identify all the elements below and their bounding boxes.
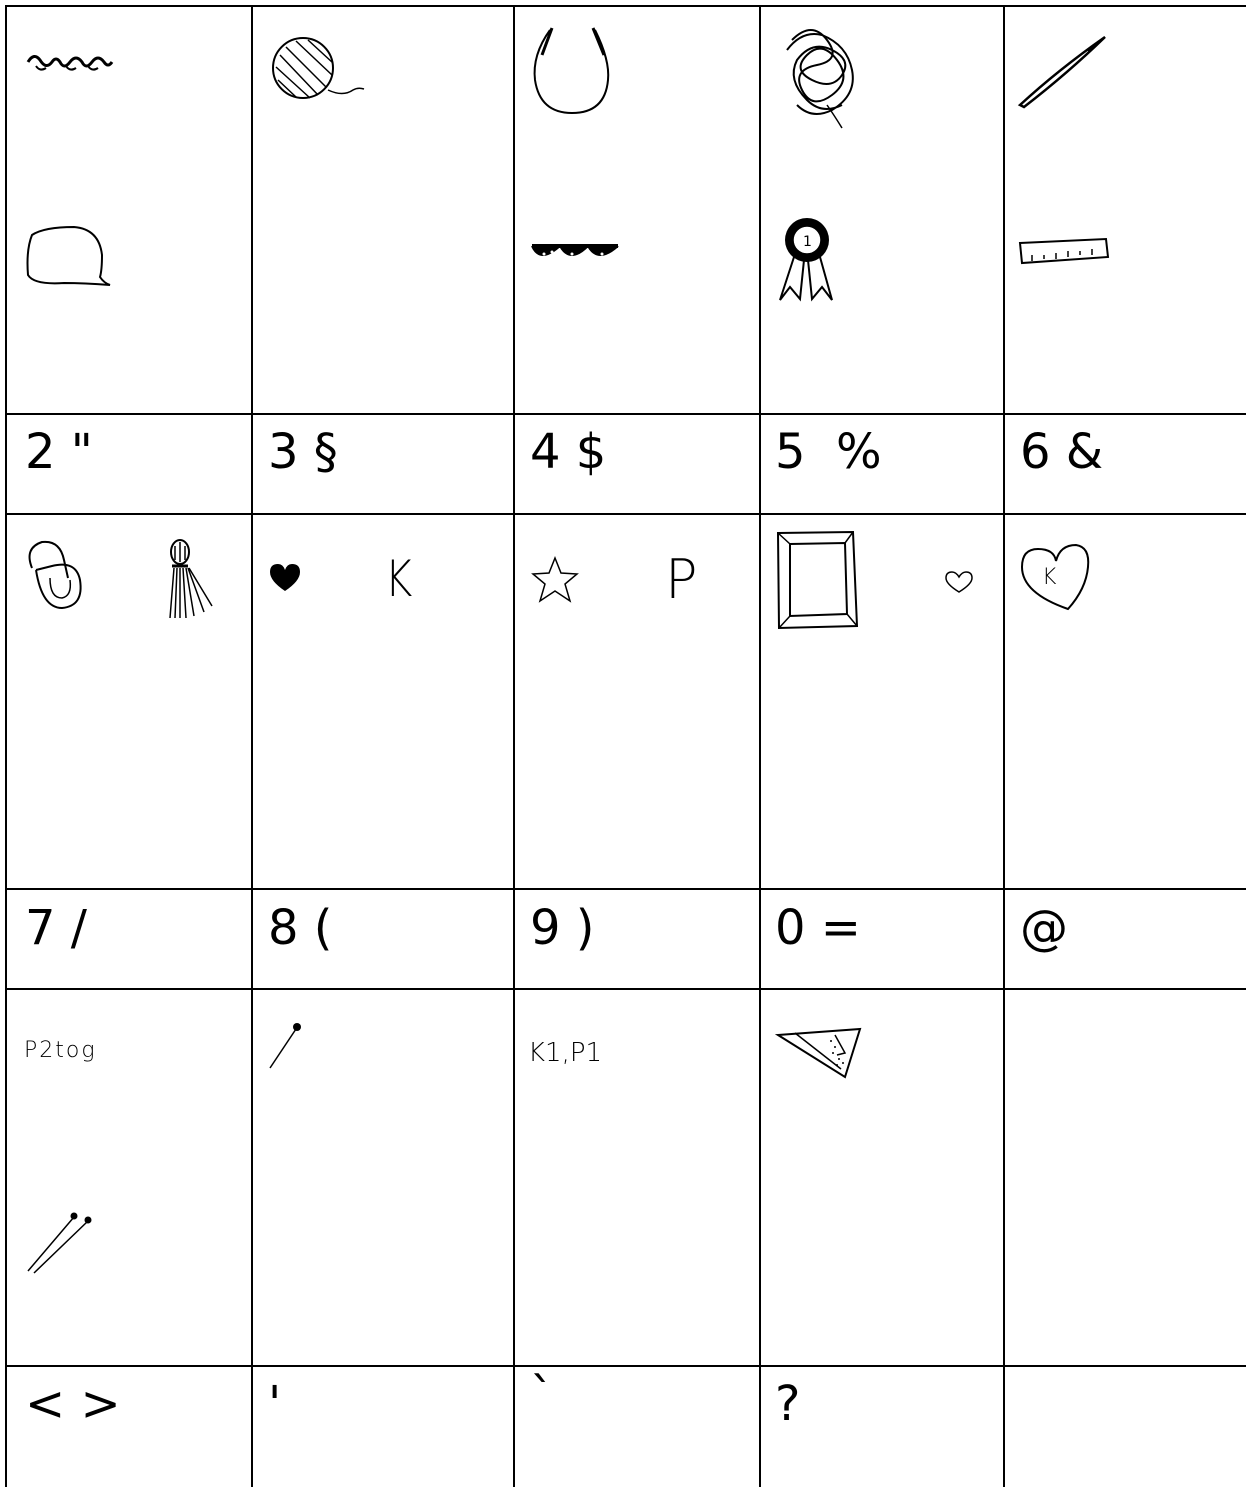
key-label: ' <box>268 1376 282 1432</box>
scalloped-trim-icon <box>530 240 620 270</box>
pin-icon <box>268 1022 304 1070</box>
stitch-marker-icon <box>22 538 87 613</box>
key-label: 4 $ <box>530 424 607 480</box>
key-label: 7 / <box>25 900 87 956</box>
grid-line <box>5 5 7 1487</box>
grid-line <box>513 5 515 1487</box>
grid-line <box>5 1365 1246 1367</box>
star-icon <box>530 555 580 605</box>
tassel-icon <box>162 538 217 623</box>
glyph-grid: 1 2 " 3 § 4 $ 5 % 6 & K P K 7 / 8 (9) … <box>0 0 1246 1487</box>
svg-text:1: 1 <box>803 234 812 250</box>
circular-needle-icon <box>530 25 615 120</box>
heart-icon <box>268 563 302 593</box>
k-letter-glyph: K <box>384 550 413 608</box>
key-label: 9 ) <box>530 900 595 956</box>
shawl-icon <box>774 1025 865 1080</box>
grid-line <box>5 513 1246 515</box>
grid-line <box>759 5 761 1487</box>
key-label: @ <box>1020 900 1068 956</box>
award-ribbon-icon: 1 <box>772 215 842 305</box>
picture-frame-icon <box>775 530 860 630</box>
grid-line <box>5 988 1246 990</box>
needle-icon <box>1017 35 1108 110</box>
small-heart-icon <box>944 570 974 594</box>
p-letter-glyph: P <box>665 548 698 611</box>
grid-line <box>1003 5 1005 1487</box>
key-label: ` <box>530 1368 554 1424</box>
key-label: 5 % <box>775 424 882 480</box>
speech-bubble-icon <box>24 225 114 290</box>
curly-border-icon <box>26 50 116 80</box>
key-label: < > <box>25 1376 121 1432</box>
key-label: 6 & <box>1020 424 1104 480</box>
key-label: 0 = <box>775 900 862 956</box>
heart-k-letter: K <box>1042 565 1057 590</box>
grid-line <box>5 413 1246 415</box>
ruler-icon <box>1018 235 1110 265</box>
tangled-yarn-icon <box>772 20 867 130</box>
key-label: ? <box>775 1376 801 1432</box>
key-label: 8 ( <box>268 900 333 956</box>
knitting-needles-icon <box>24 1205 94 1275</box>
grid-line <box>5 5 1246 7</box>
k1p1-glyph: K1,P1 <box>528 1038 603 1068</box>
grid-line <box>251 5 253 1487</box>
p2tog-glyph: P2tog <box>24 1038 97 1063</box>
grid-line <box>5 888 1246 890</box>
yarn-ball-icon <box>268 35 368 105</box>
key-label: 2 " <box>25 424 93 480</box>
key-label: 3 § <box>268 424 338 480</box>
